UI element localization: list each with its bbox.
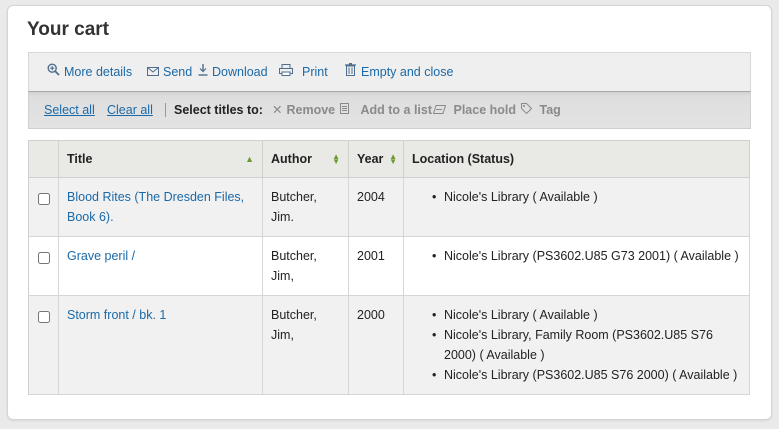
clear-all-link[interactable]: Clear all bbox=[107, 92, 153, 128]
envelope-icon bbox=[147, 53, 159, 91]
table-header-row: Title ▲ Author ▲ ▼ Year ▲ ▼ Location (Stat… bbox=[28, 140, 750, 178]
tag-label: Tag bbox=[539, 103, 561, 117]
more-details-label: More details bbox=[64, 65, 133, 79]
empty-and-close-button[interactable]: Empty and close bbox=[345, 53, 453, 91]
add-to-list-button[interactable]: Add to a list bbox=[340, 92, 432, 128]
location-item: Nicole's Library (PS3602.U85 G73 2001) (… bbox=[432, 246, 741, 266]
location-cell: Nicole's Library (PS3602.U85 G73 2001) (… bbox=[403, 236, 750, 296]
author-header-label: Author bbox=[271, 152, 312, 166]
add-to-list-label: Add to a list bbox=[360, 103, 433, 117]
year-cell: 2001 bbox=[348, 236, 404, 296]
selection-bar: Select all Clear all Select titles to: ✕… bbox=[28, 91, 751, 129]
magnifier-plus-icon bbox=[47, 53, 60, 91]
tag-button[interactable]: Tag bbox=[521, 92, 561, 128]
year-cell: 2004 bbox=[348, 177, 404, 237]
table-row: Grave peril / Butcher, Jim, 2001 Nicole'… bbox=[28, 236, 750, 296]
print-label: Print bbox=[302, 65, 328, 79]
place-hold-button[interactable]: Place hold bbox=[432, 92, 517, 128]
sort-both-icon: ▲ ▼ bbox=[389, 152, 397, 166]
year-header-label: Year bbox=[357, 152, 384, 166]
print-button[interactable]: Print bbox=[279, 53, 328, 91]
more-details-button[interactable]: More details bbox=[47, 53, 132, 91]
download-label: Download bbox=[212, 65, 268, 79]
row-checkbox-cell bbox=[28, 236, 59, 296]
title-cell: Blood Rites (The Dresden Files, Book 6). bbox=[58, 177, 263, 237]
download-button[interactable]: Download bbox=[198, 53, 268, 91]
location-header-label: Location (Status) bbox=[412, 152, 515, 166]
remove-x-icon: ✕ bbox=[272, 103, 283, 117]
table-row: Blood Rites (The Dresden Files, Book 6).… bbox=[28, 177, 750, 237]
row-checkbox[interactable] bbox=[37, 252, 50, 264]
tag-icon bbox=[521, 103, 535, 117]
title-header-label: Title bbox=[67, 152, 93, 166]
remove-button[interactable]: ✕ Remove bbox=[272, 92, 335, 128]
title-link[interactable]: Storm front / bk. 1 bbox=[67, 308, 166, 322]
page-title: Your cart bbox=[27, 19, 110, 40]
place-hold-label: Place hold bbox=[453, 103, 517, 117]
table-row: Storm front / bk. 1 Butcher, Jim, 2000 N… bbox=[28, 295, 750, 395]
location-cell: Nicole's Library ( Available ) Nicole's … bbox=[403, 295, 750, 395]
sort-up-icon: ▲ bbox=[245, 154, 254, 164]
row-checkbox-cell bbox=[28, 295, 59, 395]
hold-icon bbox=[432, 103, 449, 117]
author-column-header[interactable]: Author ▲ ▼ bbox=[262, 140, 349, 178]
author-cell: Butcher, Jim. bbox=[262, 177, 349, 237]
title-link[interactable]: Blood Rites (The Dresden Files, Book 6). bbox=[67, 190, 244, 224]
cart-toolbar: More details Send Download Print Empty a… bbox=[28, 52, 751, 91]
empty-and-close-label: Empty and close bbox=[361, 65, 454, 79]
location-cell: Nicole's Library ( Available ) bbox=[403, 177, 750, 237]
year-cell: 2000 bbox=[348, 295, 404, 395]
cart-table: Title ▲ Author ▲ ▼ Year ▲ ▼ Location (Stat… bbox=[28, 140, 750, 395]
send-label: Send bbox=[163, 65, 193, 79]
send-button[interactable]: Send bbox=[147, 53, 192, 91]
year-column-header[interactable]: Year ▲ ▼ bbox=[348, 140, 404, 178]
author-cell: Butcher, Jim, bbox=[262, 295, 349, 395]
title-cell: Grave peril / bbox=[58, 236, 263, 296]
printer-icon bbox=[279, 53, 293, 91]
select-titles-label: Select titles to: bbox=[174, 103, 263, 117]
location-item: Nicole's Library, Family Room (PS3602.U8… bbox=[432, 325, 741, 365]
divider bbox=[165, 103, 166, 117]
location-item: Nicole's Library ( Available ) bbox=[432, 187, 741, 207]
row-checkbox-cell bbox=[28, 177, 59, 237]
list-icon bbox=[340, 103, 352, 117]
row-checkbox[interactable] bbox=[37, 193, 50, 205]
location-column-header: Location (Status) bbox=[403, 140, 750, 178]
download-icon bbox=[198, 53, 208, 91]
author-cell: Butcher, Jim, bbox=[262, 236, 349, 296]
cart-panel: Your cart More details Send Download Pri… bbox=[7, 5, 772, 420]
select-all-link[interactable]: Select all bbox=[44, 92, 95, 128]
title-cell: Storm front / bk. 1 bbox=[58, 295, 263, 395]
checkbox-column-header bbox=[28, 140, 59, 178]
trash-icon bbox=[345, 53, 356, 91]
sort-both-icon: ▲ ▼ bbox=[332, 152, 340, 166]
location-item: Nicole's Library (PS3602.U85 S76 2000) (… bbox=[432, 365, 741, 385]
location-item: Nicole's Library ( Available ) bbox=[432, 305, 741, 325]
title-link[interactable]: Grave peril / bbox=[67, 249, 135, 263]
title-column-header[interactable]: Title ▲ bbox=[58, 140, 263, 178]
row-checkbox[interactable] bbox=[37, 311, 50, 323]
remove-label: Remove bbox=[286, 103, 336, 117]
